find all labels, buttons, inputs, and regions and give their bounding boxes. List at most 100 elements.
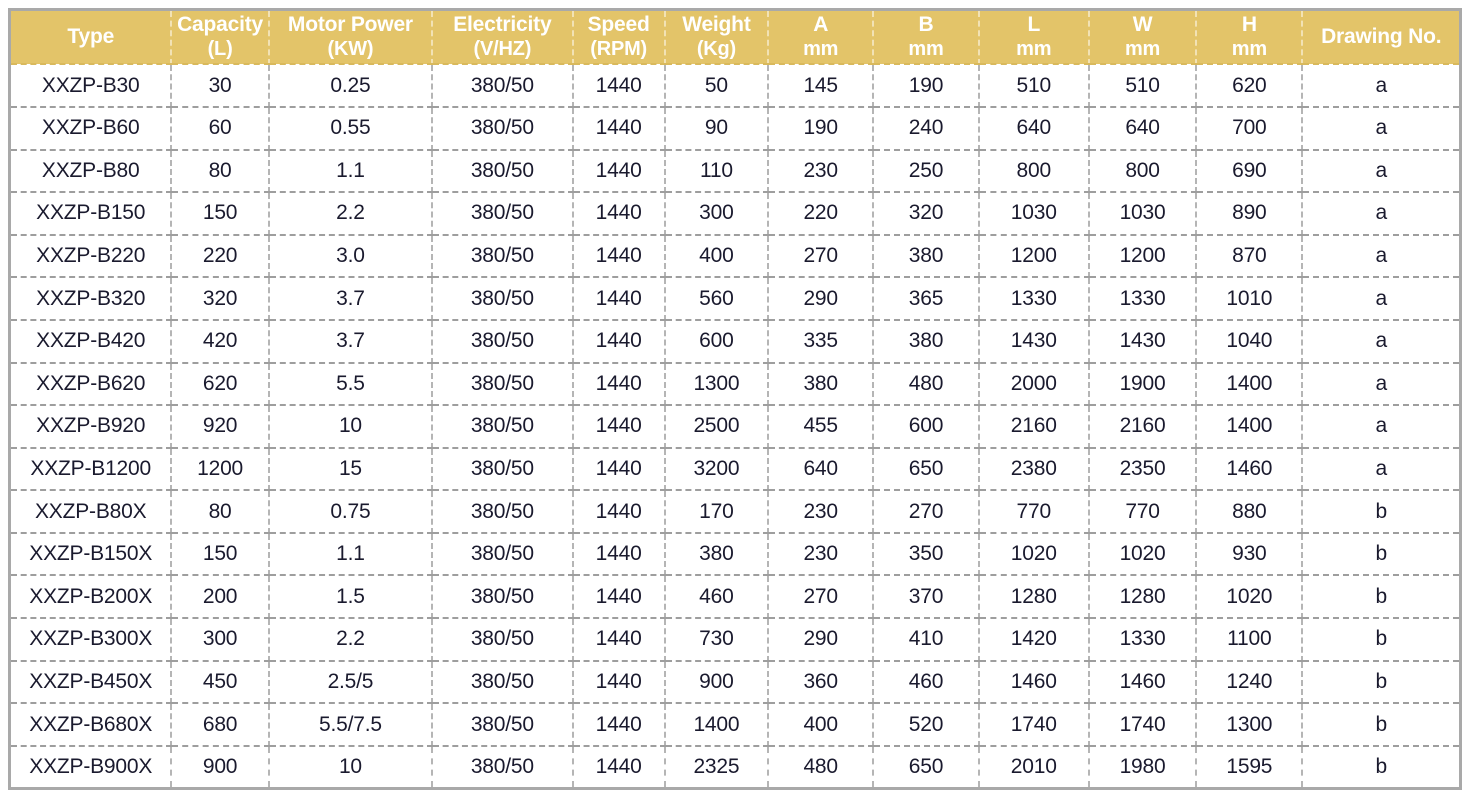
column-header-b: B mm — [873, 11, 980, 66]
cell-h: 1010 — [1196, 277, 1304, 321]
cell-w: 1330 — [1088, 618, 1198, 662]
cell-weight: 110 — [664, 149, 770, 194]
cell-weight: 2500 — [664, 405, 770, 449]
cell-h: 1300 — [1196, 703, 1304, 747]
cell-speed: 1440 — [572, 106, 666, 151]
cell-b: 480 — [873, 362, 980, 407]
table-row: XXZP-B450X 450 2.5/5 380/50 1440 900 360 460 146… — [11, 660, 1459, 705]
cell-l: 1200 — [978, 234, 1090, 279]
cell-type: XXZP-B620 — [11, 362, 173, 407]
cell-l: 800 — [978, 149, 1090, 194]
table-row: XXZP-B80X 80 0.75 380/50 1440 170 230 270 770 770… — [11, 490, 1459, 534]
column-header-w: W mm — [1088, 11, 1198, 66]
column-header-weight-unit: (Kg) — [696, 37, 736, 60]
cell-h: 1240 — [1196, 660, 1304, 705]
cell-type: XXZP-B200X — [11, 575, 173, 620]
cell-speed: 1440 — [572, 532, 666, 577]
cell-capacity: 30 — [171, 64, 270, 108]
table-row: XXZP-B150X 150 1.1 380/50 1440 380 230 350 1020 1… — [11, 532, 1459, 577]
cell-h: 700 — [1196, 106, 1304, 151]
table-row: XXZP-B300X 300 2.2 380/50 1440 730 290 410 1420 1… — [11, 618, 1459, 662]
cell-b: 370 — [873, 575, 980, 620]
cell-electricity: 380/50 — [432, 447, 574, 492]
cell-electricity: 380/50 — [432, 575, 574, 620]
cell-w: 770 — [1088, 490, 1198, 534]
cell-type: XXZP-B450X — [11, 660, 173, 705]
cell-drawing-no: b — [1375, 754, 1387, 778]
cell-l: 1460 — [978, 660, 1090, 705]
cell-weight: 460 — [664, 575, 770, 620]
column-header-speed-label: Speed — [587, 13, 650, 36]
cell-w: 510 — [1088, 64, 1198, 108]
cell-b: 600 — [873, 405, 980, 449]
column-header-l-unit: mm — [1016, 37, 1052, 60]
cell-w: 2160 — [1088, 405, 1198, 449]
specification-table: Type Capacity (L) Motor Power (KW) Elect… — [11, 11, 1459, 787]
cell-type: XXZP-B80 — [11, 149, 173, 194]
cell-b: 240 — [873, 106, 980, 151]
column-header-type-label: Type — [67, 24, 115, 48]
cell-a: 230 — [768, 490, 875, 534]
cell-a: 380 — [768, 362, 875, 407]
cell-a: 480 — [768, 745, 875, 787]
cell-capacity: 200 — [171, 575, 270, 620]
cell-speed: 1440 — [572, 745, 666, 787]
cell-drawing-no: a — [1302, 405, 1459, 449]
cell-motor-power: 5.5 — [268, 362, 434, 407]
cell-drawing-no: a — [1302, 192, 1459, 236]
cell-h: 690 — [1196, 149, 1304, 194]
cell-b: 270 — [873, 490, 980, 534]
table-row: XXZP-B420 420 3.7 380/50 1440 600 335 380 1430 14… — [11, 319, 1459, 364]
table-row: XXZP-B920 920 10 380/50 1440 2500 455 600 2160 21… — [11, 405, 1459, 449]
cell-l: 2000 — [978, 362, 1090, 407]
column-header-l-label: L — [1027, 13, 1041, 36]
table-header: Type Capacity (L) Motor Power (KW) Elect… — [11, 11, 1459, 66]
cell-speed: 1440 — [572, 660, 666, 705]
cell-capacity: 80 — [171, 490, 270, 534]
cell-w: 1740 — [1088, 703, 1198, 747]
cell-motor-power: 3.7 — [268, 319, 434, 364]
cell-drawing-no: a — [1302, 277, 1459, 321]
cell-drawing-no: b — [1302, 575, 1459, 620]
cell-w: 1030 — [1088, 192, 1198, 236]
table-row: XXZP-B620 620 5.5 380/50 1440 1300 380 480 2000 1… — [11, 362, 1459, 407]
column-header-w-unit: mm — [1124, 37, 1161, 60]
cell-capacity: 150 — [171, 532, 270, 577]
column-header-electricity: Electricity (V/HZ) — [432, 11, 574, 66]
cell-speed: 1440 — [572, 618, 666, 662]
cell-drawing-no: a — [1302, 106, 1459, 151]
column-header-capacity: Capacity (L) — [171, 11, 270, 66]
cell-weight: 900 — [664, 660, 770, 705]
cell-w: 640 — [1088, 106, 1198, 151]
cell-weight: 600 — [664, 319, 770, 364]
cell-weight: 90 — [664, 106, 770, 151]
cell-drawing-no: a — [1302, 64, 1459, 108]
cell-capacity: 300 — [171, 618, 270, 662]
cell-b: 350 — [873, 532, 980, 577]
cell-motor-power: 2.5/5 — [268, 660, 434, 705]
cell-type: XXZP-B150X — [11, 532, 173, 577]
cell-drawing-no: b — [1302, 490, 1459, 534]
cell-b: 460 — [873, 660, 980, 705]
cell-weight: 730 — [664, 618, 770, 662]
cell-type: XXZP-B680X — [11, 703, 173, 747]
cell-l: 770 — [978, 490, 1090, 534]
column-header-b-label: B — [918, 13, 934, 36]
cell-type: XXZP-B60 — [11, 106, 173, 151]
table-body: XXZP-B30 30 0.25 380/50 1440 50 145 190 510 510 62… — [11, 64, 1459, 787]
cell-b: 380 — [873, 319, 980, 364]
cell-w: 1460 — [1088, 660, 1198, 705]
cell-electricity: 380/50 — [432, 405, 574, 449]
cell-weight: 3200 — [664, 447, 770, 492]
cell-motor-power: 10 — [268, 405, 434, 449]
cell-weight: 400 — [664, 234, 770, 279]
cell-capacity: 620 — [171, 362, 270, 407]
cell-motor-power: 0.25 — [268, 64, 434, 108]
table-row: XXZP-B60 60 0.55 380/50 1440 90 190 240 640 640 70… — [11, 106, 1459, 151]
cell-h: 890 — [1196, 192, 1304, 236]
cell-motor-power: 2.2 — [268, 618, 434, 662]
cell-electricity: 380/50 — [432, 149, 574, 194]
cell-drawing-no: b — [1302, 660, 1459, 705]
cell-h: 1400 — [1196, 405, 1304, 449]
cell-weight: 170 — [664, 490, 770, 534]
